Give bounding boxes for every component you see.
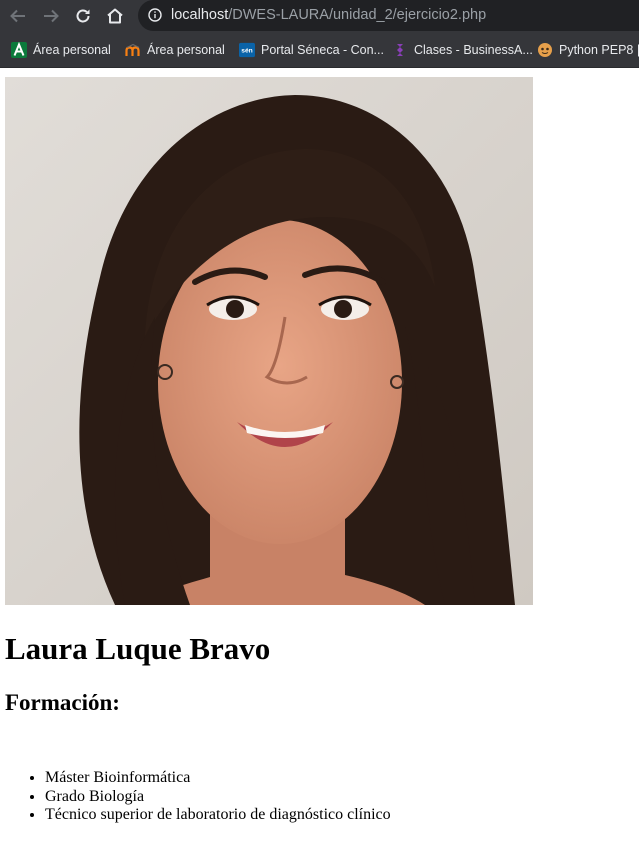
bookmark-python-pep8[interactable]: Python PEP8 | xyxy=(537,41,639,59)
profile-photo xyxy=(5,77,533,605)
bookmark-area-personal-2[interactable]: Área personal xyxy=(125,41,225,59)
bookmark-label: Área personal xyxy=(147,43,225,57)
bookmark-portal-seneca[interactable]: sén Portal Séneca - Con... xyxy=(239,41,384,59)
url-host: localhost xyxy=(171,7,229,23)
andalucia-green-a-icon xyxy=(11,42,27,58)
python-pep8-icon xyxy=(537,42,553,58)
url-path: /DWES-LAURA/unidad_2/ejercicio2.php xyxy=(228,7,487,23)
education-heading: Formación: xyxy=(5,690,120,715)
browser-toolbar: localhost/DWES-LAURA/unidad_2/ejercicio2… xyxy=(0,0,639,33)
site-info-icon[interactable] xyxy=(148,8,162,22)
seneca-icon: sén xyxy=(239,42,255,58)
bookmark-label: Clases - BusinessA... xyxy=(414,43,533,57)
url-text: localhost/DWES-LAURA/unidad_2/ejercicio2… xyxy=(171,6,486,24)
list-item: Técnico superior de laboratorio de diagn… xyxy=(45,806,391,825)
home-icon xyxy=(107,8,123,24)
bookmark-label: Área personal xyxy=(33,43,111,57)
moodle-icon xyxy=(125,42,141,58)
list-item: Máster Bioinformática xyxy=(45,769,391,788)
bookmark-label: Python PEP8 | xyxy=(559,43,639,57)
forward-arrow-icon xyxy=(44,9,59,23)
bookmark-area-personal-1[interactable]: Área personal xyxy=(11,41,111,59)
forward-button[interactable] xyxy=(39,4,63,28)
seneca-icon-text: sén xyxy=(241,48,252,55)
back-button[interactable] xyxy=(6,4,30,28)
home-button[interactable] xyxy=(103,4,127,28)
back-arrow-icon xyxy=(10,9,25,23)
portrait-image xyxy=(5,77,533,605)
reload-button[interactable] xyxy=(71,4,95,28)
list-item: Grado Biología xyxy=(45,788,391,807)
person-name: Laura Luque Bravo xyxy=(5,631,271,666)
businessa-icon xyxy=(392,42,408,58)
bookmark-label: Portal Séneca - Con... xyxy=(261,43,384,57)
education-list: Máster Bioinformática Grado Biología Téc… xyxy=(5,769,391,825)
bookmarks-bar: Área personal Área personal sén Portal S… xyxy=(0,33,639,68)
reload-icon xyxy=(76,9,90,23)
bookmark-clases-businessa[interactable]: Clases - BusinessA... xyxy=(392,41,533,59)
address-bar[interactable]: localhost/DWES-LAURA/unidad_2/ejercicio2… xyxy=(138,0,639,31)
